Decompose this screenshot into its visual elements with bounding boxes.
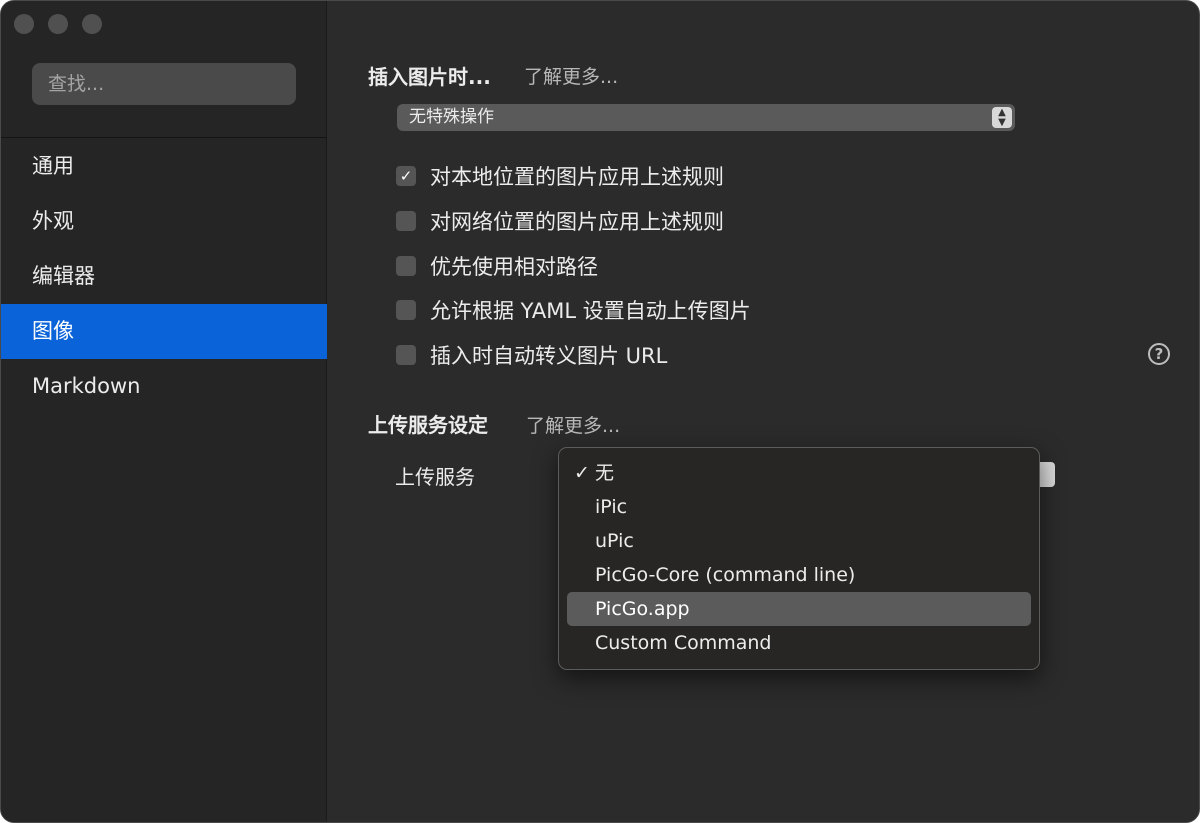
menu-item-label: uPic — [595, 530, 634, 552]
sidebar-item-editor[interactable]: 编辑器 — [1, 249, 327, 304]
close-window-button[interactable] — [14, 14, 34, 34]
menu-item-label: PicGo.app — [595, 598, 690, 620]
sidebar-item-general[interactable]: 通用 — [1, 139, 327, 194]
menu-item-none[interactable]: ✓ 无 — [567, 456, 1031, 490]
preferences-window: 通用 外观 编辑器 图像 Markdown 插入图片时... 了解更多... 无… — [0, 0, 1200, 823]
option-yaml-upload[interactable]: 允许根据 YAML 设置自动上传图片 — [396, 295, 751, 325]
sidebar-item-appearance[interactable]: 外观 — [1, 194, 327, 249]
insert-action-select[interactable]: 无特殊操作 ▲ ▼ — [397, 104, 1015, 131]
minimize-window-button[interactable] — [48, 14, 68, 34]
menu-item-label: iPic — [595, 496, 628, 518]
upload-service-menu: ✓ 无 iPic uPic PicGo-Core (command line) … — [558, 447, 1040, 670]
menu-item-ipic[interactable]: iPic — [567, 490, 1031, 524]
menu-item-picgo-core[interactable]: PicGo-Core (command line) — [567, 558, 1031, 592]
menu-item-custom-command[interactable]: Custom Command — [567, 626, 1031, 660]
option-yaml-upload-label: 允许根据 YAML 设置自动上传图片 — [430, 299, 751, 323]
sidebar-item-markdown[interactable]: Markdown — [1, 359, 327, 414]
menu-item-label: Custom Command — [595, 632, 772, 654]
option-escape-url-label: 插入时自动转义图片 URL — [430, 344, 668, 368]
settings-panel: 插入图片时... 了解更多... 无特殊操作 ▲ ▼ ✓ 对本地位置的图片应用上述… — [328, 1, 1199, 822]
option-local-rule-label: 对本地位置的图片应用上述规则 — [430, 165, 724, 189]
zoom-window-button[interactable] — [82, 14, 102, 34]
option-relative-path[interactable]: 优先使用相对路径 — [396, 251, 598, 281]
option-local-rule[interactable]: ✓ 对本地位置的图片应用上述规则 — [396, 161, 724, 191]
option-relative-path-label: 优先使用相对路径 — [430, 255, 598, 279]
upload-service-label: 上传服务 — [395, 465, 475, 489]
checkbox-yaml-upload[interactable] — [396, 300, 416, 320]
sidebar: 通用 外观 编辑器 图像 Markdown — [1, 1, 327, 822]
checkmark-icon: ✓ — [574, 462, 590, 484]
sidebar-nav: 通用 外观 编辑器 图像 Markdown — [1, 138, 327, 414]
insert-action-value: 无特殊操作 — [409, 107, 494, 127]
option-escape-url[interactable]: 插入时自动转义图片 URL — [396, 340, 667, 370]
menu-item-upic[interactable]: uPic — [567, 524, 1031, 558]
question-mark-icon[interactable]: ? — [1148, 343, 1170, 365]
search-input[interactable] — [32, 63, 296, 105]
menu-item-picgo-app[interactable]: PicGo.app — [567, 592, 1031, 626]
checkbox-local-rule[interactable]: ✓ — [396, 166, 416, 186]
checkbox-network-rule[interactable] — [396, 211, 416, 231]
up-down-chevron-icon: ▲ ▼ — [992, 107, 1012, 128]
insert-learn-more-link[interactable]: 了解更多... — [524, 62, 618, 89]
sidebar-item-image[interactable]: 图像 — [1, 304, 327, 359]
menu-item-label: 无 — [595, 462, 615, 484]
insert-image-section-title: 插入图片时... — [368, 65, 491, 89]
upload-section-title: 上传服务设定 — [368, 413, 488, 437]
option-network-rule-label: 对网络位置的图片应用上述规则 — [430, 210, 724, 234]
menu-item-label: PicGo-Core (command line) — [595, 564, 856, 586]
upload-learn-more-link[interactable]: 了解更多... — [526, 411, 620, 438]
window-controls — [14, 14, 102, 34]
option-network-rule[interactable]: 对网络位置的图片应用上述规则 — [396, 206, 724, 236]
checkbox-relative-path[interactable] — [396, 256, 416, 276]
checkbox-escape-url[interactable] — [396, 345, 416, 365]
